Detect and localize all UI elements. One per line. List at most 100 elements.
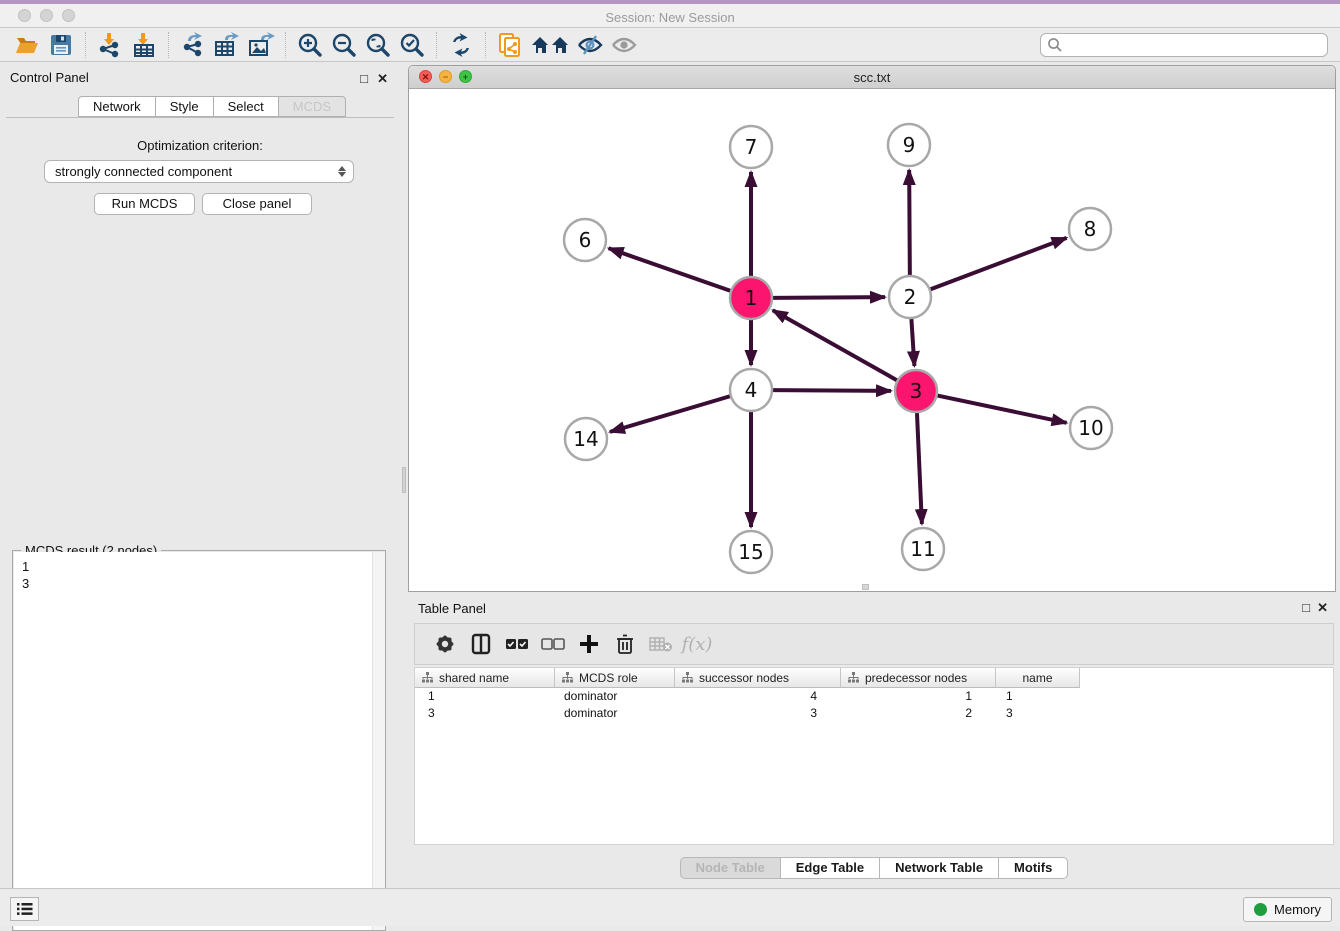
control-panel-tabs: NetworkStyleSelectMCDS	[78, 96, 346, 117]
column-header-name[interactable]: name	[996, 668, 1080, 688]
mcds-result-node: 1	[22, 558, 385, 575]
node-6[interactable]: 6	[564, 219, 606, 261]
hide-selected-eye-icon[interactable]	[573, 30, 607, 60]
tab-mcds[interactable]: MCDS	[278, 96, 346, 117]
show-all-networks-icon[interactable]	[527, 30, 573, 60]
edge-1-6[interactable]	[609, 248, 731, 290]
column-header-MCDS-role[interactable]: MCDS role	[555, 668, 675, 688]
tab-network-table[interactable]: Network Table	[879, 857, 998, 879]
zoom-out-icon[interactable]	[327, 30, 361, 60]
close-panel-icon[interactable]: ✕	[377, 71, 388, 87]
node-table[interactable]: shared nameMCDS rolesuccessor nodesprede…	[414, 667, 1334, 845]
node-3[interactable]: 3	[895, 370, 937, 412]
select-all-rows-icon[interactable]	[499, 627, 535, 661]
table-cell[interactable]: 3	[996, 705, 1080, 722]
delete-table-icon[interactable]	[643, 627, 679, 661]
function-builder-icon[interactable]: f(x)	[679, 627, 715, 661]
table-cell[interactable]: 3	[415, 705, 555, 722]
table-row[interactable]: 3dominator323	[415, 705, 1333, 722]
show-selected-eye-icon[interactable]	[607, 30, 641, 60]
zoom-selected-icon[interactable]	[395, 30, 429, 60]
node-2[interactable]: 2	[889, 276, 931, 318]
edge-3-1[interactable]	[773, 310, 897, 380]
result-scrollbar[interactable]	[372, 552, 385, 930]
export-image-icon[interactable]	[244, 30, 278, 60]
node-label: 11	[910, 537, 935, 561]
node-11[interactable]: 11	[902, 528, 944, 570]
search-input[interactable]	[1040, 33, 1328, 57]
network-resize-grip[interactable]	[862, 584, 869, 590]
table-cell[interactable]: 2	[841, 705, 996, 722]
table-toolbar: f(x)	[414, 623, 1334, 665]
tab-node-table[interactable]: Node Table	[680, 857, 780, 879]
apply-layout-icon[interactable]	[444, 30, 478, 60]
table-cell[interactable]: 4	[675, 688, 841, 705]
edge-2-8[interactable]	[931, 238, 1067, 289]
memory-label: Memory	[1274, 902, 1321, 917]
task-history-button[interactable]	[10, 897, 39, 921]
edge-4-14[interactable]	[610, 396, 730, 432]
node-14[interactable]: 14	[565, 418, 607, 460]
float-panel-icon[interactable]: □	[360, 71, 368, 86]
node-4[interactable]: 4	[730, 369, 772, 411]
table-cell[interactable]: 1	[996, 688, 1080, 705]
zoom-in-icon[interactable]	[293, 30, 327, 60]
edge-3-11[interactable]	[917, 413, 922, 524]
table-cell[interactable]: 1	[415, 688, 555, 705]
table-cell[interactable]: dominator	[555, 688, 675, 705]
run-mcds-button[interactable]: Run MCDS	[94, 193, 195, 215]
tab-edge-table[interactable]: Edge Table	[780, 857, 879, 879]
tab-network[interactable]: Network	[78, 96, 155, 117]
table-panel: Table Panel □ ✕ f(x) shared nameMCDS rol…	[408, 595, 1340, 886]
export-table-icon[interactable]	[210, 30, 244, 60]
zoom-fit-icon[interactable]	[361, 30, 395, 60]
column-header-successor-nodes[interactable]: successor nodes	[675, 668, 841, 688]
optimization-criterion-select[interactable]: strongly connected component	[44, 160, 354, 183]
clone-network-icon[interactable]	[493, 30, 527, 60]
table-settings-gear-icon[interactable]	[427, 627, 463, 661]
column-header-shared-name[interactable]: shared name	[415, 668, 555, 688]
node-9[interactable]: 9	[888, 124, 930, 166]
table-cell[interactable]: dominator	[555, 705, 675, 722]
node-label: 15	[738, 540, 763, 564]
import-network-icon[interactable]	[93, 30, 127, 60]
close-panel-button[interactable]: Close panel	[202, 193, 312, 215]
network-window-titlebar[interactable]: ✕ − + scc.txt	[409, 66, 1335, 89]
column-header-predecessor-nodes[interactable]: predecessor nodes	[841, 668, 996, 688]
column-layout-icon[interactable]	[463, 627, 499, 661]
edge-4-3[interactable]	[773, 390, 891, 391]
table-cell[interactable]: 1	[841, 688, 996, 705]
deselect-all-rows-icon[interactable]	[535, 627, 571, 661]
export-network-icon[interactable]	[176, 30, 210, 60]
add-column-icon[interactable]	[571, 627, 607, 661]
splitter-grip[interactable]	[402, 467, 406, 493]
node-7[interactable]: 7	[730, 126, 772, 168]
tab-select[interactable]: Select	[213, 96, 278, 117]
delete-column-trash-icon[interactable]	[607, 627, 643, 661]
save-session-icon[interactable]	[44, 30, 78, 60]
edge-2-9[interactable]	[909, 170, 910, 275]
node-1[interactable]: 1	[730, 277, 772, 319]
edge-3-10[interactable]	[938, 396, 1067, 423]
table-cell[interactable]: 3	[675, 705, 841, 722]
open-file-icon[interactable]	[10, 30, 44, 60]
panel-splitter[interactable]	[400, 62, 408, 886]
table-panel-title: Table Panel	[418, 601, 486, 616]
float-table-panel-icon[interactable]: □	[1302, 600, 1310, 615]
mcds-result-list[interactable]: 13	[14, 552, 385, 930]
edge-2-3[interactable]	[911, 319, 914, 366]
import-table-icon[interactable]	[127, 30, 161, 60]
close-table-panel-icon[interactable]: ✕	[1317, 600, 1328, 616]
node-10[interactable]: 10	[1070, 407, 1112, 449]
table-row[interactable]: 1dominator411	[415, 688, 1333, 705]
control-panel-title: Control Panel	[10, 70, 89, 85]
tab-style[interactable]: Style	[155, 96, 213, 117]
node-8[interactable]: 8	[1069, 208, 1111, 250]
node-label: 10	[1078, 416, 1103, 440]
table-rows: 1dominator4113dominator323	[415, 688, 1333, 722]
tab-motifs[interactable]: Motifs	[998, 857, 1068, 879]
network-canvas[interactable]: 7 9 6 8 1 2 4 3 14 10 15 11	[409, 89, 1335, 591]
edge-1-2[interactable]	[773, 297, 885, 298]
memory-button[interactable]: Memory	[1243, 897, 1332, 922]
node-15[interactable]: 15	[730, 531, 772, 573]
